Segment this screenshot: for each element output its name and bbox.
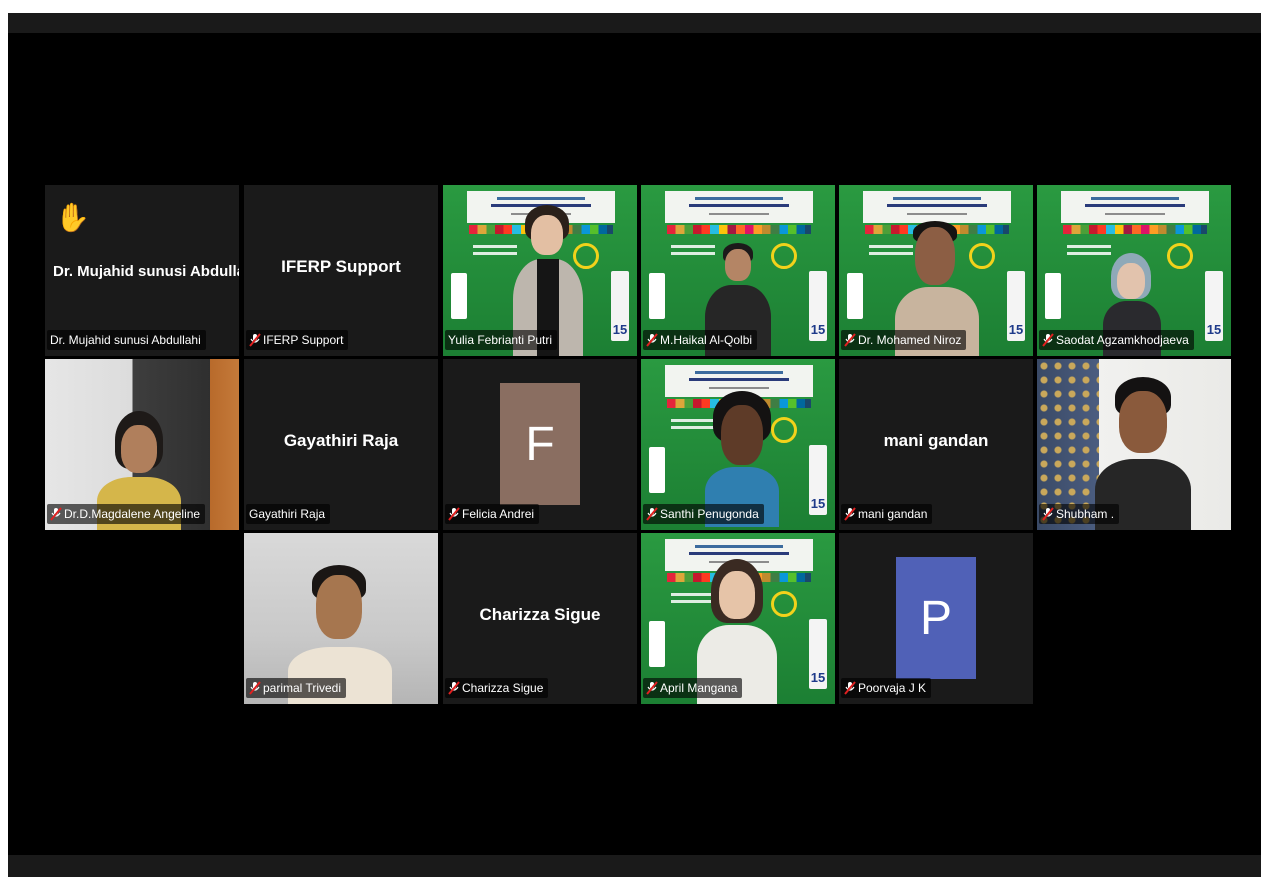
muted-mic-icon [844, 333, 856, 347]
avatar-letter: P [919, 591, 952, 645]
muted-mic-icon [646, 681, 658, 695]
participant-avatar: P [896, 557, 976, 679]
muted-mic-icon [844, 681, 856, 695]
raised-hand-icon: ✋ [55, 202, 90, 233]
participant-name-tag: April Mangana [643, 678, 743, 698]
participant-name: Gayathiri Raja [249, 507, 326, 521]
participant-name-tag: IFERP Support [246, 330, 349, 350]
muted-mic-icon [646, 333, 658, 347]
participant-name-tag: Santhi Penugonda [643, 504, 764, 524]
participant-tile[interactable]: F Felicia Andrei [443, 359, 637, 530]
participant-name-tag: parimal Trivedi [246, 678, 347, 698]
muted-mic-icon [448, 681, 460, 695]
badge-number: 15 [810, 496, 826, 511]
participant-name: Santhi Penugonda [660, 507, 759, 521]
badge-number: 15 [1206, 322, 1222, 337]
participant-name: Poorvaja J K [858, 681, 927, 695]
participant-tile[interactable]: mani gandan mani gandan [839, 359, 1033, 530]
participant-name-tag: Charizza Sigue [445, 678, 549, 698]
participant-name: IFERP Support [263, 333, 344, 347]
participant-name: Charizza Sigue [462, 681, 544, 695]
participant-tile[interactable]: 15 Santhi Penugonda [641, 359, 835, 530]
participant-name: Shubham . [1056, 507, 1115, 521]
participant-tile[interactable]: 15 M.Haikal Al-Qolbi [641, 185, 835, 356]
muted-mic-icon [249, 333, 261, 347]
participant-tile[interactable]: Charizza Sigue Charizza Sigue [443, 533, 637, 704]
badge-number: 15 [612, 322, 628, 337]
participant-name-tag: Poorvaja J K [841, 678, 932, 698]
participant-tile[interactable]: IFERP Support IFERP Support [244, 185, 438, 356]
badge-number: 15 [1008, 322, 1024, 337]
participant-tile[interactable]: 15 Dr. Mohamed Niroz [839, 185, 1033, 356]
muted-mic-icon [646, 507, 658, 521]
participant-name-tag: M.Haikal Al-Qolbi [643, 330, 758, 350]
participant-display-name: mani gandan [883, 431, 989, 450]
bottom-bar [8, 855, 1261, 877]
participant-name: mani gandan [858, 507, 928, 521]
avatar-letter: F [525, 417, 555, 471]
participant-name: April Mangana [660, 681, 738, 695]
participant-name-tag: Dr.D.Magdalene Angeline [47, 504, 206, 524]
participant-tile[interactable]: 15 Yulia Febrianti Putri [443, 185, 637, 356]
participant-name: Yulia Febrianti Putri [448, 333, 553, 347]
badge-number: 15 [810, 670, 826, 685]
muted-mic-icon [844, 507, 856, 521]
muted-mic-icon [1042, 507, 1054, 521]
participant-display-name: Charizza Sigue [479, 605, 601, 624]
muted-mic-icon [50, 507, 62, 521]
top-bar [8, 13, 1261, 33]
participant-name: Dr. Mohamed Niroz [858, 333, 962, 347]
participant-name: Dr.D.Magdalene Angeline [64, 507, 201, 521]
participant-tile[interactable]: P Poorvaja J K [839, 533, 1033, 704]
participant-tile[interactable]: 15 April Mangana [641, 533, 835, 704]
participant-tile[interactable]: ✋ Dr. Mujahid sunusi Abdullahi Dr. Mujah… [45, 185, 239, 356]
participant-name: Dr. Mujahid sunusi Abdullahi [50, 333, 201, 347]
participant-avatar: F [500, 383, 580, 505]
participant-display-name: IFERP Support [281, 257, 401, 276]
participant-name: Saodat Agzamkhodjaeva [1056, 333, 1189, 347]
participant-name-tag: Dr. Mohamed Niroz [841, 330, 967, 350]
participant-name-tag: Dr. Mujahid sunusi Abdullahi [47, 330, 206, 350]
participant-name-tag: Saodat Agzamkhodjaeva [1039, 330, 1194, 350]
badge-number: 15 [810, 322, 826, 337]
muted-mic-icon [249, 681, 261, 695]
participant-tile[interactable]: Dr.D.Magdalene Angeline [45, 359, 239, 530]
participant-tile[interactable]: Shubham . [1037, 359, 1231, 530]
meeting-window: ✋ Dr. Mujahid sunusi Abdullahi Dr. Mujah… [8, 13, 1261, 877]
participant-display-name: Dr. Mujahid sunusi Abdullahi [53, 263, 239, 280]
participant-name: M.Haikal Al-Qolbi [660, 333, 753, 347]
participant-name-tag: mani gandan [841, 504, 933, 524]
muted-mic-icon [448, 507, 460, 521]
participant-tile[interactable]: 15 Saodat Agzamkhodjaeva [1037, 185, 1231, 356]
participant-display-name: Gayathiri Raja [283, 431, 399, 450]
participant-name-tag: Yulia Febrianti Putri [445, 330, 558, 350]
participant-name: Felicia Andrei [462, 507, 535, 521]
participant-name: parimal Trivedi [263, 681, 342, 695]
participant-name-tag: Shubham . [1039, 504, 1120, 524]
participant-tile[interactable]: Gayathiri Raja Gayathiri Raja [244, 359, 438, 530]
participant-name-tag: Felicia Andrei [445, 504, 540, 524]
participant-tile[interactable]: parimal Trivedi [244, 533, 438, 704]
muted-mic-icon [1042, 333, 1054, 347]
participant-name-tag: Gayathiri Raja [246, 504, 331, 524]
